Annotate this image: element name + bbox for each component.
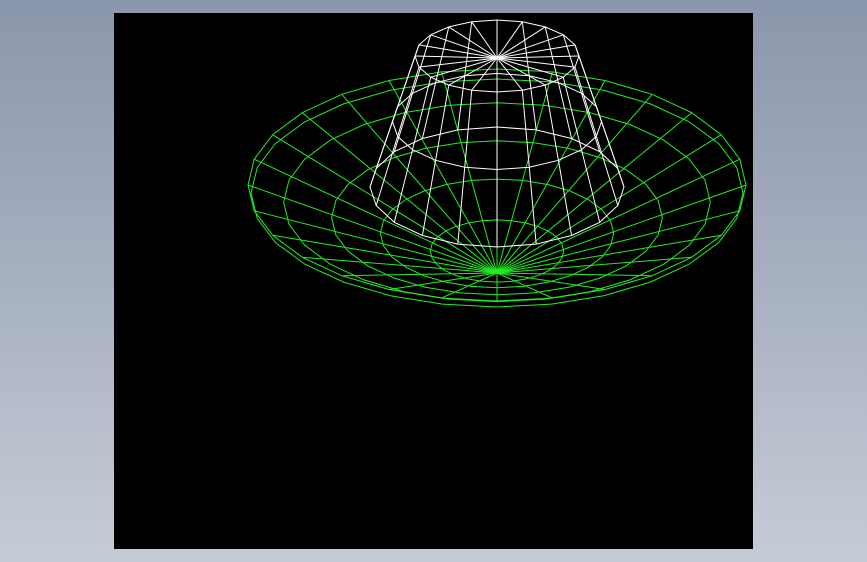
frustum-cap-spoke bbox=[496, 26, 546, 59]
dish-spoke bbox=[496, 234, 722, 274]
frustum-edge bbox=[393, 34, 432, 152]
dish-spoke bbox=[272, 134, 498, 274]
dish-spoke bbox=[496, 134, 722, 274]
wireframe-scene bbox=[247, 19, 747, 308]
3d-viewport[interactable] bbox=[114, 13, 753, 549]
dish-spoke bbox=[272, 234, 498, 274]
dish-spoke bbox=[496, 71, 553, 274]
frustum-cap-spoke bbox=[496, 34, 564, 59]
frustum-cap-spoke bbox=[471, 21, 498, 59]
frustum-cap-spoke bbox=[496, 21, 523, 59]
frustum-wireframe bbox=[369, 19, 625, 248]
frustum-edge bbox=[562, 34, 601, 152]
frustum-edge bbox=[574, 66, 619, 206]
dish-spoke bbox=[441, 71, 498, 274]
dish-spoke bbox=[388, 80, 498, 274]
frustum-cap-spoke bbox=[430, 34, 498, 59]
frustum-cap-spoke bbox=[448, 26, 498, 59]
dish-spoke bbox=[496, 80, 606, 274]
frustum-cap-spoke bbox=[496, 57, 576, 68]
frustum-cap-spoke bbox=[418, 57, 498, 68]
frustum-edge bbox=[375, 66, 420, 206]
